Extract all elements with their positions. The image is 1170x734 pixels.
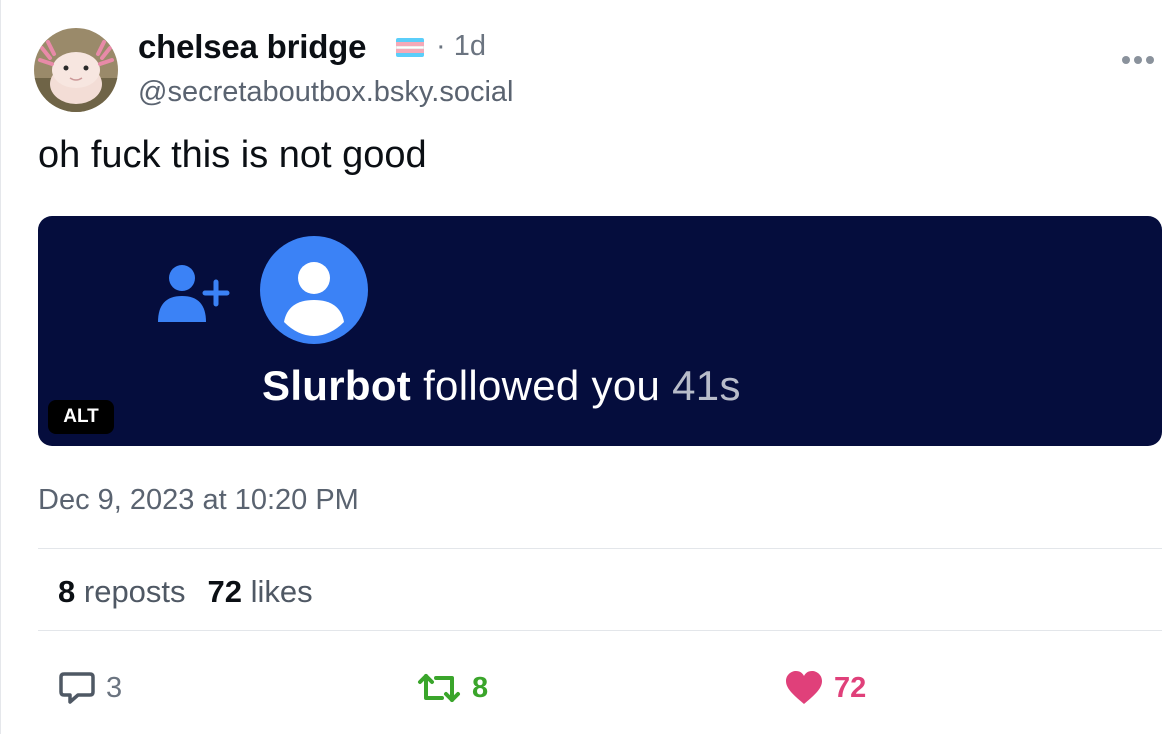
author-handle[interactable]: @secretaboutbox.bsky.social xyxy=(138,76,513,109)
engagement-stats: 8 reposts 72 likes xyxy=(58,574,313,610)
likes-count: 72 xyxy=(207,574,243,609)
like-count: 72 xyxy=(834,671,867,704)
post-image[interactable]: Slurbot followed you 41s ALT xyxy=(38,216,1162,446)
notification-name: Slurbot xyxy=(262,362,412,409)
reposts-stat[interactable]: 8 reposts xyxy=(58,574,186,610)
post-time-ago[interactable]: · 1d xyxy=(436,30,486,63)
divider xyxy=(38,630,1162,631)
add-user-icon xyxy=(158,265,230,322)
repost-button[interactable]: 8 xyxy=(416,666,488,710)
notification-time: 41s xyxy=(672,362,741,409)
notification-text: Slurbot followed you 41s xyxy=(262,362,741,410)
author-display-name[interactable]: chelsea bridge xyxy=(138,28,366,66)
alt-text-button[interactable]: ALT xyxy=(48,400,114,434)
reposts-label: reposts xyxy=(83,574,186,609)
post-text: oh fuck this is not good xyxy=(38,134,427,176)
likes-stat[interactable]: 72 likes xyxy=(208,574,313,610)
trans-flag-icon xyxy=(396,38,424,57)
left-border xyxy=(0,0,1,734)
likes-label: likes xyxy=(250,574,313,609)
reply-icon xyxy=(59,672,95,704)
more-options-icon[interactable] xyxy=(1122,50,1162,70)
avatar[interactable] xyxy=(34,28,118,112)
repost-icon xyxy=(418,674,460,702)
heart-icon xyxy=(786,671,822,704)
like-button[interactable]: 72 xyxy=(784,666,866,710)
post-timestamp: Dec 9, 2023 at 10:20 PM xyxy=(38,484,359,516)
reply-button[interactable]: 3 xyxy=(58,666,122,710)
repost-count: 8 xyxy=(472,671,489,704)
reposts-count: 8 xyxy=(58,574,76,609)
notification-action: followed you xyxy=(411,362,673,409)
divider xyxy=(38,548,1162,549)
profile-placeholder-icon xyxy=(260,236,368,344)
reply-count: 3 xyxy=(106,671,123,704)
